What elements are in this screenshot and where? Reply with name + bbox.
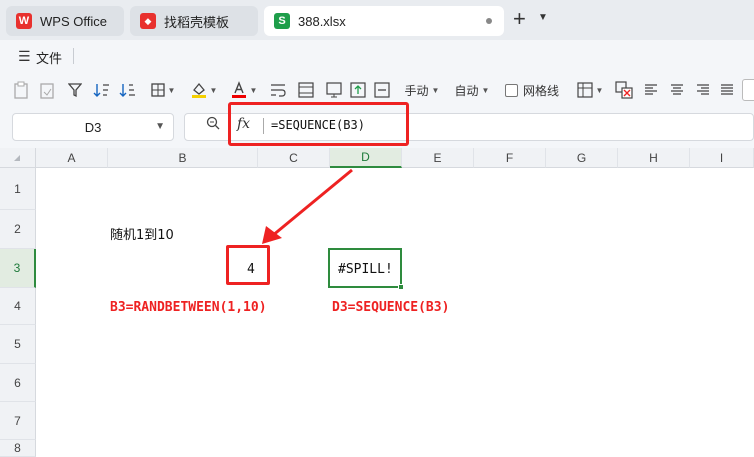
annotation-d3-formula: D3=SEQUENCE(B3): [332, 300, 450, 315]
align-center-icon[interactable]: [668, 80, 686, 100]
file-menu[interactable]: 文件: [36, 48, 62, 67]
paste-format-icon[interactable]: [38, 80, 56, 100]
filter-icon[interactable]: [66, 80, 84, 100]
insert-icon[interactable]: [348, 80, 368, 100]
wps-logo-icon: W: [16, 13, 32, 29]
row-header-5[interactable]: 5: [0, 325, 36, 364]
tab-label: 388.xlsx: [298, 13, 346, 29]
row-col-icon[interactable]: [324, 80, 344, 100]
delete-icon[interactable]: [372, 80, 392, 100]
column-header-d[interactable]: D: [330, 148, 402, 168]
auto-dropdown[interactable]: 自动 ▼: [450, 80, 494, 100]
cell-reference: D3: [84, 119, 102, 135]
column-header-a[interactable]: A: [36, 148, 108, 168]
align-left-icon[interactable]: [642, 80, 660, 100]
fill-color-icon[interactable]: ▼: [188, 80, 220, 100]
sheet-logo-icon: S: [274, 13, 290, 29]
row-header-1[interactable]: 1: [0, 168, 36, 210]
zoom-search-icon[interactable]: [206, 116, 220, 133]
column-header-e[interactable]: E: [402, 148, 474, 168]
select-all-triangle-icon: [14, 155, 20, 161]
align-right-icon[interactable]: [694, 80, 712, 100]
justify-icon[interactable]: [718, 80, 736, 100]
paste-values-icon[interactable]: [12, 80, 30, 100]
row-header-6[interactable]: 6: [0, 364, 36, 402]
new-tab-plus-icon[interactable]: +: [513, 8, 526, 30]
fill-handle[interactable]: [398, 284, 404, 290]
active-cell-selection[interactable]: [328, 248, 402, 288]
tab-label: WPS Office: [40, 13, 107, 29]
hamburger-menu-icon[interactable]: ☰: [18, 48, 31, 65]
annotation-b3-formula: B3=RANDBETWEEN(1,10): [110, 300, 267, 315]
merge-cells-icon[interactable]: [296, 80, 316, 100]
column-header-c[interactable]: C: [258, 148, 330, 168]
cell-b2[interactable]: 随机1到10: [110, 224, 174, 243]
font-color-icon[interactable]: ▼: [228, 80, 260, 100]
menu-divider: [73, 48, 74, 64]
tab-wps-office[interactable]: W WPS Office: [6, 6, 124, 36]
menu-row: ☰ 文件: [0, 40, 754, 72]
sort-ascending-icon[interactable]: [92, 80, 112, 100]
freeze-panes-icon[interactable]: ▼: [574, 80, 606, 100]
sort-descending-icon[interactable]: [118, 80, 138, 100]
row-header-4[interactable]: 4: [0, 288, 36, 325]
column-header-f[interactable]: F: [474, 148, 546, 168]
annotation-box-formula: [228, 102, 409, 146]
column-header-g[interactable]: G: [546, 148, 618, 168]
annotation-box-cell: [226, 245, 270, 285]
tab-bar: W WPS Office ◆ 找稻壳模板 S 388.xlsx + ▼: [0, 0, 754, 40]
name-box[interactable]: D3 ▼: [12, 113, 174, 141]
row-header-2[interactable]: 2: [0, 210, 36, 249]
row-header-8[interactable]: 8: [0, 440, 36, 457]
tab-spreadsheet[interactable]: S 388.xlsx: [264, 6, 504, 36]
font-size-box[interactable]: [742, 79, 754, 101]
chevron-down-icon[interactable]: ▼: [155, 121, 165, 132]
row-header-7[interactable]: 7: [0, 402, 36, 440]
docer-logo-icon: ◆: [140, 13, 156, 29]
manual-dropdown[interactable]: 手动 ▼: [400, 80, 444, 100]
column-header-b[interactable]: B: [108, 148, 258, 168]
tab-template[interactable]: ◆ 找稻壳模板: [130, 6, 258, 36]
row-header-3[interactable]: 3: [0, 249, 36, 288]
clear-format-icon[interactable]: [614, 80, 634, 100]
text-wrap-icon[interactable]: [268, 80, 288, 100]
borders-icon[interactable]: ▼: [146, 80, 180, 100]
column-header-i[interactable]: I: [690, 148, 754, 168]
unsaved-dot-icon[interactable]: [486, 18, 492, 24]
gridlines-checkbox[interactable]: [504, 83, 518, 97]
gridlines-toggle[interactable]: 网格线: [503, 80, 561, 100]
tab-label: 找稻壳模板: [164, 14, 230, 30]
chevron-down-icon[interactable]: ▼: [538, 12, 548, 23]
column-header-h[interactable]: H: [618, 148, 690, 168]
